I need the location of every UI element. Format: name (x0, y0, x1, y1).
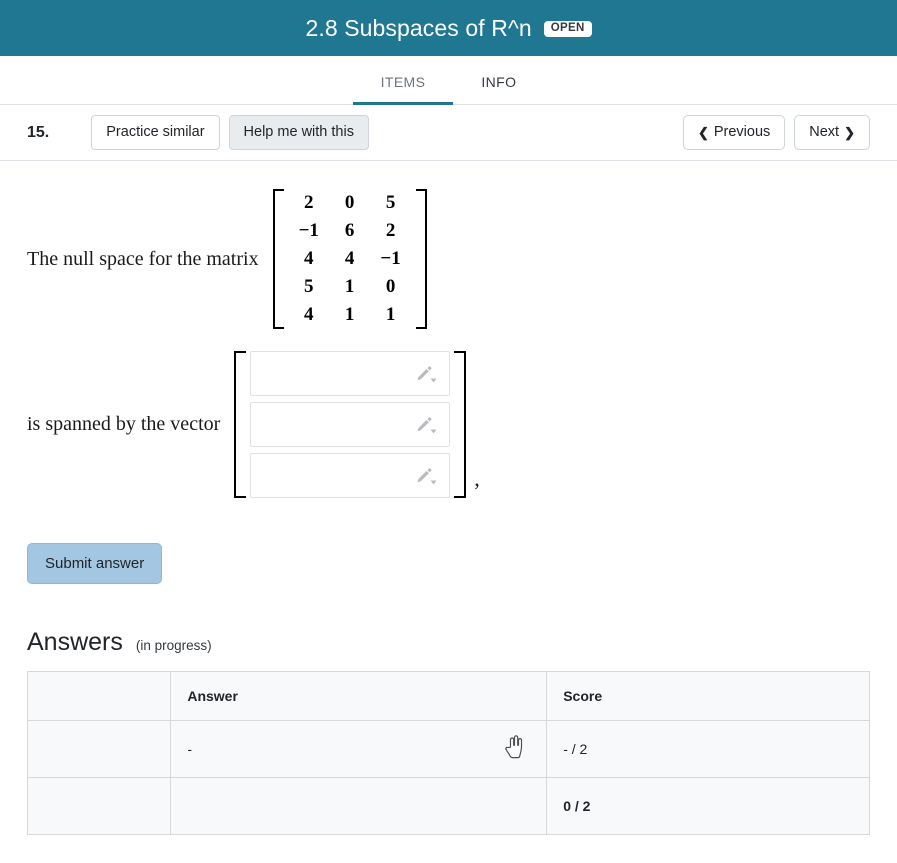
vector-input-list (246, 351, 454, 498)
page-title: 2.8 Subspaces of R^n (305, 14, 532, 41)
pencil-dropdown-icon[interactable] (413, 465, 439, 487)
app-header: 2.8 Subspaces of R^n OPEN (0, 0, 897, 56)
chevron-left-icon: ❮ (697, 124, 709, 140)
matrix-cell: 0 (385, 276, 396, 297)
matrix-cell: 5 (385, 192, 396, 213)
item-toolbar: 15. Practice similar Help me with this ❮… (0, 105, 897, 161)
previous-button[interactable]: ❮ Previous (682, 115, 786, 150)
matrix-left-bracket (272, 189, 284, 329)
vector-answer-group (234, 351, 467, 498)
tab-info[interactable]: INFO (453, 74, 544, 105)
next-button[interactable]: Next ❯ (794, 115, 870, 150)
status-badge: OPEN (543, 20, 592, 38)
matrix-row: 5 1 0 (286, 273, 414, 301)
matrix-cell: 1 (344, 276, 355, 297)
column-header-score: Score (546, 671, 870, 721)
column-header-blank (26, 671, 172, 721)
matrix-table: 2 0 5 −1 6 2 4 4 −1 5 1 0 4 1 1 (286, 189, 414, 329)
answers-title: Answers (27, 628, 123, 656)
answer-cell (170, 777, 548, 835)
matrix-row: 4 1 1 (286, 301, 414, 329)
total-score-cell: 0 / 2 (546, 777, 870, 835)
matrix-cell: −1 (298, 220, 319, 241)
matrix-row: 2 0 5 (286, 189, 414, 217)
vector-component-3[interactable] (250, 453, 451, 498)
vector-component-2[interactable] (250, 402, 451, 447)
matrix-display: 2 0 5 −1 6 2 4 4 −1 5 1 0 4 1 1 (272, 189, 427, 329)
matrix-cell: 1 (385, 304, 396, 325)
tab-bar: ITEMS INFO (0, 56, 897, 105)
submit-row: Submit answer (0, 498, 897, 584)
answers-table: Answer Score - - / 2 0 / 2 (26, 671, 870, 835)
previous-button-label: Previous (713, 124, 771, 141)
row-index-cell (26, 720, 172, 778)
matrix-cell: 4 (344, 248, 355, 269)
matrix-cell: 4 (304, 248, 314, 269)
matrix-row: 4 4 −1 (286, 245, 414, 273)
problem-statement: The null space for the matrix 2 0 5 −1 6… (0, 161, 897, 498)
matrix-right-bracket (415, 189, 427, 329)
answers-table-header-row: Answer Score (26, 671, 870, 721)
row-index-cell (26, 777, 172, 835)
pencil-dropdown-icon[interactable] (413, 363, 439, 385)
null-space-text: The null space for the matrix (27, 247, 259, 270)
matrix-cell: 6 (344, 220, 355, 241)
vector-left-bracket (234, 351, 247, 498)
null-space-line: The null space for the matrix 2 0 5 −1 6… (27, 189, 870, 329)
item-number: 15. (27, 123, 50, 141)
vector-component-1[interactable] (250, 351, 451, 396)
answers-status: (in progress) (135, 638, 212, 653)
navigation-buttons: ❮ Previous Next ❯ (682, 115, 870, 150)
spanned-by-text: is spanned by the vector (27, 413, 221, 435)
matrix-row: −1 6 2 (286, 217, 414, 245)
matrix-cell: 5 (304, 276, 314, 297)
matrix-cell: −1 (380, 248, 401, 269)
vector-right-bracket (454, 351, 467, 498)
trailing-comma: , (474, 466, 480, 491)
table-row[interactable]: - - / 2 (26, 720, 870, 778)
column-header-answer: Answer (170, 671, 548, 721)
help-me-with-this-button[interactable]: Help me with this (228, 115, 369, 150)
tab-items[interactable]: ITEMS (352, 74, 454, 105)
matrix-cell: 4 (304, 304, 314, 325)
chevron-right-icon: ❯ (844, 124, 855, 140)
spanned-by-line: is spanned by the vector , (27, 351, 870, 498)
table-row[interactable]: 0 / 2 (26, 777, 870, 835)
submit-answer-button[interactable]: Submit answer (27, 543, 163, 584)
matrix-cell: 1 (344, 304, 355, 325)
answers-header: Answers (in progress) (0, 584, 897, 657)
score-cell: - / 2 (546, 720, 870, 778)
matrix-cell: 0 (344, 192, 355, 213)
answer-cell: - (170, 720, 548, 778)
next-button-label: Next (809, 124, 840, 141)
answers-table-wrapper: Answer Score - - / 2 0 / 2 (0, 657, 897, 835)
pencil-dropdown-icon[interactable] (413, 414, 439, 436)
practice-similar-button[interactable]: Practice similar (91, 115, 220, 150)
matrix-cell: 2 (385, 220, 396, 241)
matrix-cell: 2 (304, 192, 314, 213)
